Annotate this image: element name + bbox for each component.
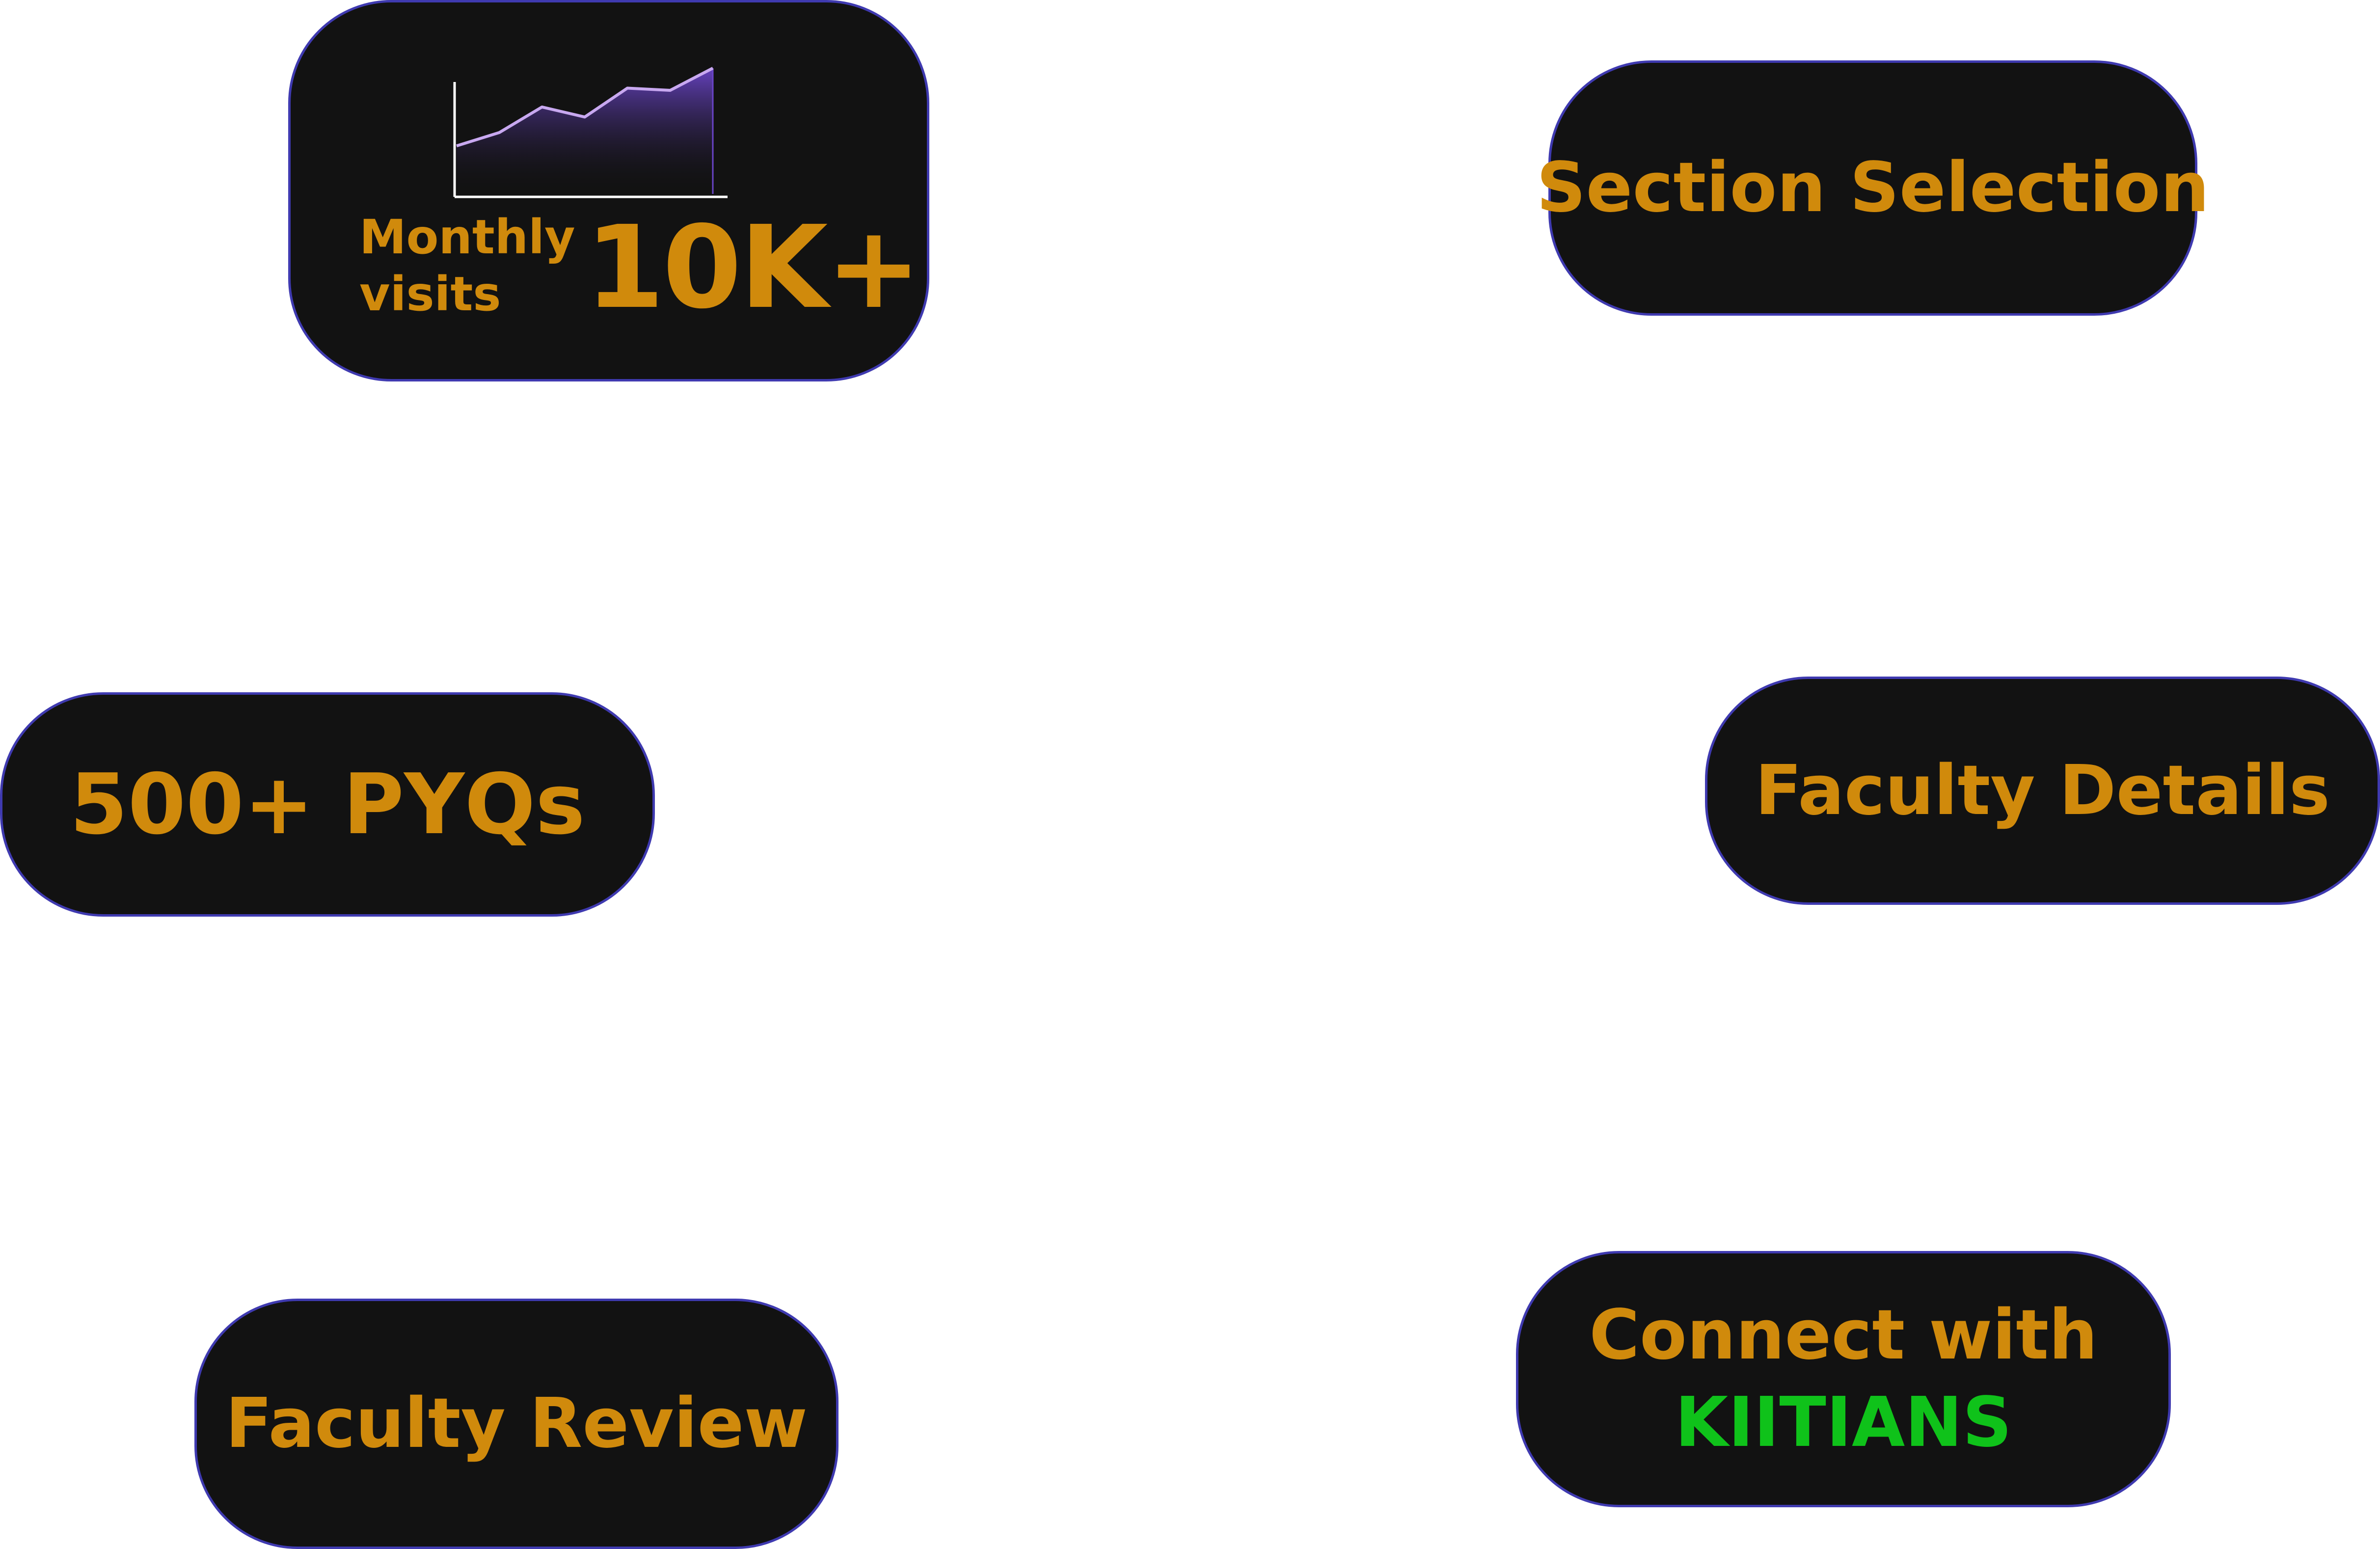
visits-trend-chart bbox=[453, 67, 728, 198]
connect-with-label: Connect with bbox=[1589, 1295, 2098, 1375]
section-selection-button[interactable]: Section Selection bbox=[1537, 60, 2209, 316]
kiitians-label: KIITIANS bbox=[1675, 1383, 2012, 1463]
monthly-visits-card[interactable]: Monthly visits 10K+ bbox=[288, 0, 929, 381]
pyqs-label: 500+ PYQs bbox=[70, 756, 585, 853]
faculty-details-button[interactable]: Faculty Details bbox=[1705, 677, 2380, 905]
pyqs-button[interactable]: 500+ PYQs bbox=[0, 692, 655, 917]
monthly-visits-value: 10K+ bbox=[585, 201, 921, 334]
faculty-review-button[interactable]: Faculty Review bbox=[194, 1299, 838, 1549]
connect-kiitians-button[interactable]: Connect with KIITIANS bbox=[1516, 1251, 2171, 1507]
faculty-details-label: Faculty Details bbox=[1755, 750, 2330, 831]
section-selection-label: Section Selection bbox=[1536, 148, 2210, 228]
monthly-visits-label: Monthly visits bbox=[359, 210, 575, 322]
faculty-review-label: Faculty Review bbox=[225, 1384, 808, 1464]
